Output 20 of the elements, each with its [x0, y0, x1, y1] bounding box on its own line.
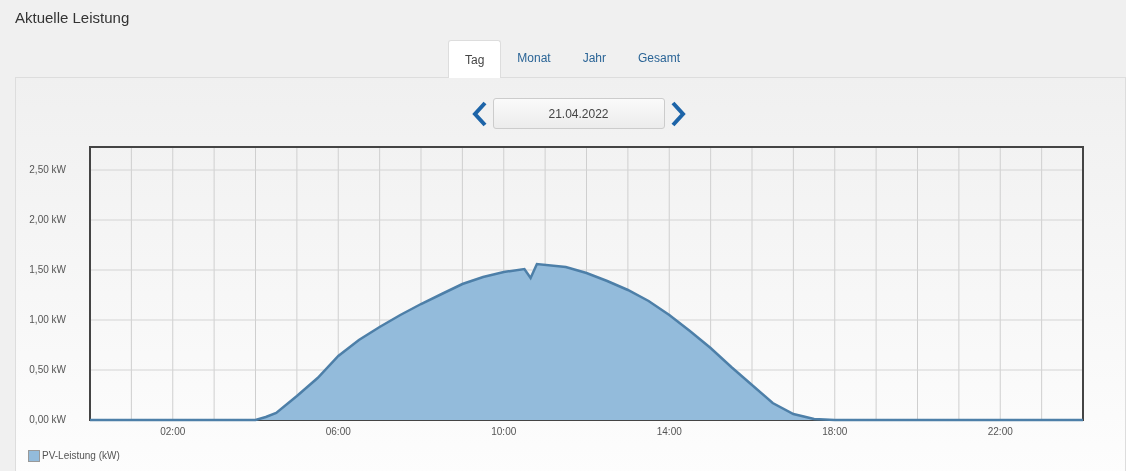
axis-tick-label: 1,00 kW: [29, 314, 66, 325]
legend-swatch-icon: [28, 449, 40, 462]
axis-tick-label: 1,50 kW: [29, 264, 66, 275]
date-field[interactable]: 21.04.2022: [492, 98, 665, 129]
axis-tick-label: 2,00 kW: [29, 214, 66, 225]
page-title: Aktuelle Leistung: [15, 9, 131, 27]
axis-tick-label: 2,50 kW: [29, 164, 66, 175]
axis-tick-label: 06:00: [325, 426, 351, 437]
axis-tick-label: 0,00 kW: [29, 414, 66, 425]
tab[interactable]: Gesamt: [622, 39, 697, 77]
tab[interactable]: Jahr: [566, 39, 622, 77]
axis-tick-label: 02:00: [160, 426, 186, 437]
axis-tick-label: 10:00: [491, 426, 517, 437]
axis-tick-label: 14:00: [656, 426, 682, 437]
axis-tick-label: 0,50 kW: [29, 364, 66, 375]
tab[interactable]: Monat: [501, 39, 567, 77]
axis-tick-label: 18:00: [822, 426, 848, 437]
axis-tick-label: 22:00: [987, 426, 1013, 437]
tab[interactable]: Tag: [447, 40, 502, 78]
legend-label: PV-Leistung (kW): [42, 449, 120, 463]
